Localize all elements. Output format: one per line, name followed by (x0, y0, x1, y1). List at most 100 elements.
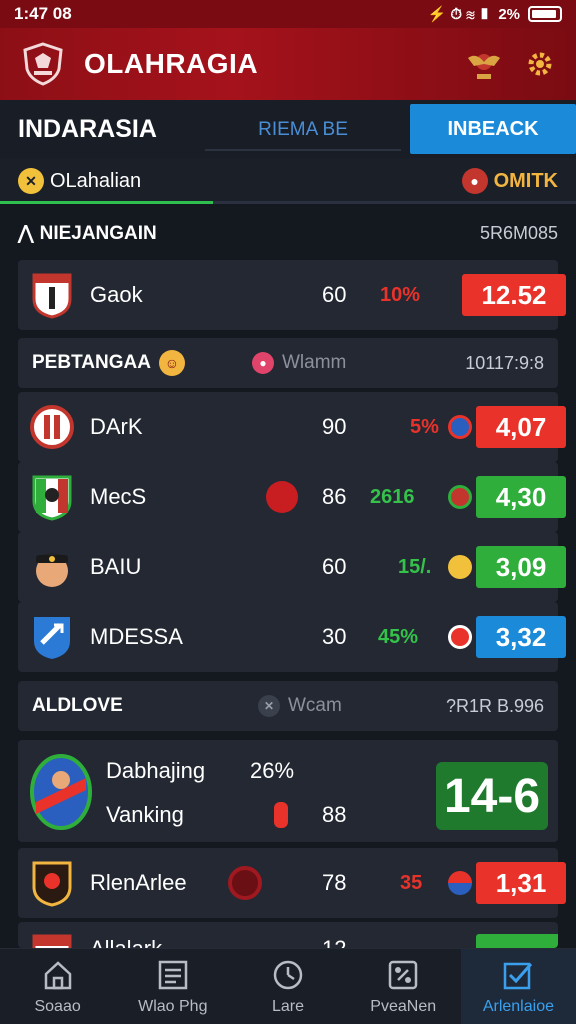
group-title: PEBTANGAA (32, 352, 151, 373)
team-name: Allalark (90, 936, 162, 948)
big-score-badge[interactable]: 14-6 (436, 762, 548, 830)
nav-label: PveaNen (370, 997, 437, 1015)
team-name-home: Dabhajing (106, 758, 206, 783)
team-name: DArK (90, 414, 143, 439)
match-row[interactable]: BAIU 60 15/. 3,09 (18, 532, 566, 602)
battery-icon (528, 6, 562, 22)
odds-badge[interactable]: 4,30 (476, 476, 566, 518)
section-header: ⋀ NIEJANGAIN 5R6M085 (18, 222, 558, 245)
team-percent: 2616 (370, 485, 415, 508)
target-icon: ● (252, 352, 274, 374)
team-crest-icon (32, 475, 72, 521)
check-icon (504, 962, 533, 989)
team-percent: 45% (378, 625, 419, 648)
team-crest-icon (30, 754, 92, 830)
odds-badge[interactable]: 3,32 (476, 616, 566, 658)
section-code: 5R6M085 (479, 223, 558, 243)
team-name: MecS (90, 484, 147, 509)
status-time: 1:47 08 (14, 4, 72, 23)
nav-label: Arlenlaioe (482, 997, 554, 1015)
match-row[interactable]: MecS 86 2616 4,30 (18, 462, 566, 532)
battery-percent: 2% (498, 5, 520, 23)
odds-badge[interactable] (476, 934, 558, 948)
filter-right-label: OMITK (493, 169, 558, 192)
filter-olahalian[interactable]: ✕ OLahalian (18, 168, 141, 194)
team-score: 60 (322, 282, 347, 307)
bottle-icon (274, 802, 288, 828)
list-icon (158, 960, 188, 989)
gear-icon[interactable] (524, 48, 556, 80)
team-percent: 10% (380, 283, 421, 306)
group-code: 10117:9:8 (465, 352, 544, 373)
club-icon (448, 871, 472, 895)
match-row[interactable]: Allalark 12 (18, 922, 558, 948)
odds-badge[interactable]: 4,07 (476, 406, 566, 448)
bottom-nav: Soaao Wlao Phg Lare PveaNen Arlenlaioe (0, 948, 576, 1024)
team-name: BAIU (90, 554, 142, 579)
filter-omitk[interactable]: ● OMITK (461, 168, 558, 194)
team-score: 12 (322, 936, 346, 948)
tab-riema[interactable]: RIEMA BE (205, 111, 401, 151)
team-crest-icon (32, 861, 72, 907)
team-crest-icon (30, 405, 74, 449)
tent-icon: ⋀ (18, 223, 34, 244)
tab-indarasia[interactable]: INDARASIA (0, 115, 205, 144)
team-score: 78 (322, 870, 347, 895)
status-icons: ⚡ ⏱ ≋ ▮ 2% (428, 5, 562, 23)
inbeack-button[interactable]: INBEACK (410, 104, 576, 154)
feature-percent: 26% (250, 758, 295, 783)
match-row[interactable]: MDESSA 30 45% 3,32 (18, 602, 566, 672)
app-logo (23, 42, 63, 86)
nav-games[interactable]: PveaNen (346, 949, 461, 1024)
match-row[interactable]: RlenArlee 78 35 1,31 (18, 848, 566, 918)
app-header: OLAHRAGIA (0, 28, 576, 100)
nav-live[interactable]: Lare (230, 949, 345, 1024)
odds-badge[interactable]: 3,09 (476, 546, 566, 588)
team-score: 90 (322, 414, 347, 439)
odds-badge[interactable]: 1,31 (476, 862, 566, 904)
group-middle: Wlamm (282, 352, 347, 373)
nav-label: Soaao (34, 997, 81, 1015)
close-icon: ✕ (258, 695, 280, 717)
team-score: 60 (322, 554, 347, 579)
club-icon (448, 415, 472, 439)
team-score: 30 (322, 624, 347, 649)
app-title: OLAHRAGIA (84, 48, 259, 79)
match-row[interactable]: Gaok 60 10% 12.52 (18, 260, 566, 330)
nav-home[interactable]: Soaao (0, 949, 115, 1024)
nav-label: Lare (271, 997, 305, 1015)
group-header: PEBTANGAA ☺ ● Wlamm 10117:9:8 (18, 338, 558, 388)
team-percent: 5% (410, 415, 439, 438)
club-icon (448, 625, 472, 649)
flag-icon (266, 481, 298, 513)
team-name: MDESSA (90, 624, 183, 649)
filter-left-label: OLahalian (50, 169, 142, 192)
nav-active[interactable]: Arlenlaioe (460, 949, 576, 1024)
filter-progress (0, 201, 576, 204)
ball-icon: ✕ (18, 168, 44, 194)
emblem-icon[interactable] (464, 44, 504, 84)
nav-list[interactable]: Wlao Phg (115, 949, 230, 1024)
team-crest-icon (32, 273, 72, 319)
match-row[interactable]: DArK 90 5% 4,07 (18, 392, 566, 462)
club-icon (448, 555, 472, 579)
team-name: Gaok (90, 282, 143, 307)
club-icon (448, 485, 472, 509)
team-score: 86 (322, 484, 347, 509)
filter-progress-fill (0, 201, 214, 204)
filter-row: ✕ OLahalian ● OMITK (0, 158, 576, 204)
group-header: ALDLOVE ✕ Wcam ?R1R B.996 (18, 681, 558, 731)
feature-score: 88 (322, 802, 347, 827)
odds-badge[interactable]: 12.52 (462, 274, 566, 316)
team-name: RlenArlee (90, 870, 187, 895)
trophy-icon: ☺ (158, 350, 185, 376)
signal-icon: ⚡ ⏱ ≋ ▮ (427, 6, 491, 23)
group-code: ?R1R B.996 (445, 695, 544, 716)
club-icon (228, 866, 262, 900)
team-percent: 35 (400, 871, 423, 894)
team-percent: 15/. (398, 555, 432, 578)
tab-row: INDARASIA RIEMA BE INBEACK (0, 100, 576, 158)
flame-icon: ● (461, 168, 488, 194)
section-title: NIEJANGAIN (39, 222, 157, 244)
controller-icon (388, 960, 418, 989)
